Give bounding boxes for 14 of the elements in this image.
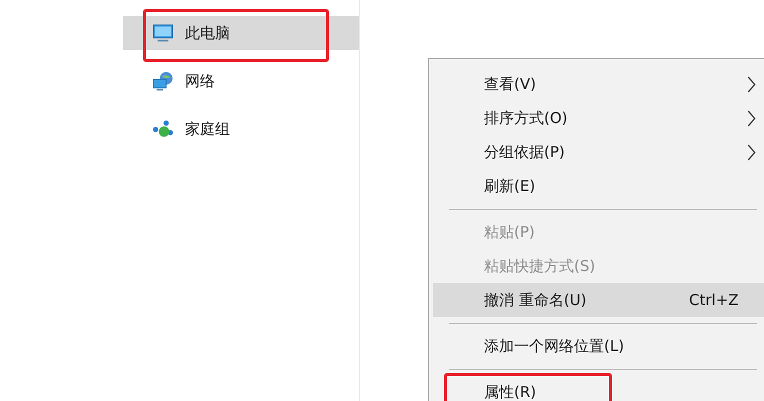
menu-item[interactable]: 属性(R) [433, 375, 764, 401]
nav-item[interactable]: 此电脑 [123, 16, 359, 50]
homegroup-icon [152, 120, 174, 138]
nav-item[interactable]: 家庭组 [123, 112, 359, 146]
menu-item[interactable]: 撤消 重命名(U) Ctrl+Z [433, 283, 764, 317]
menu-item[interactable]: 刷新(E) [433, 169, 764, 203]
menu-item[interactable]: 添加一个网络位置(L) [433, 329, 764, 363]
network-icon [152, 72, 174, 90]
shortcut-label: Ctrl+Z [689, 291, 739, 309]
computer-icon [152, 24, 174, 42]
menu-item[interactable]: 分组依据(P) [433, 135, 764, 169]
menu-item[interactable]: 排序方式(O) [433, 101, 764, 135]
nav-item[interactable]: 网络 [123, 64, 359, 98]
menu-item[interactable]: 查看(V) [433, 67, 764, 101]
